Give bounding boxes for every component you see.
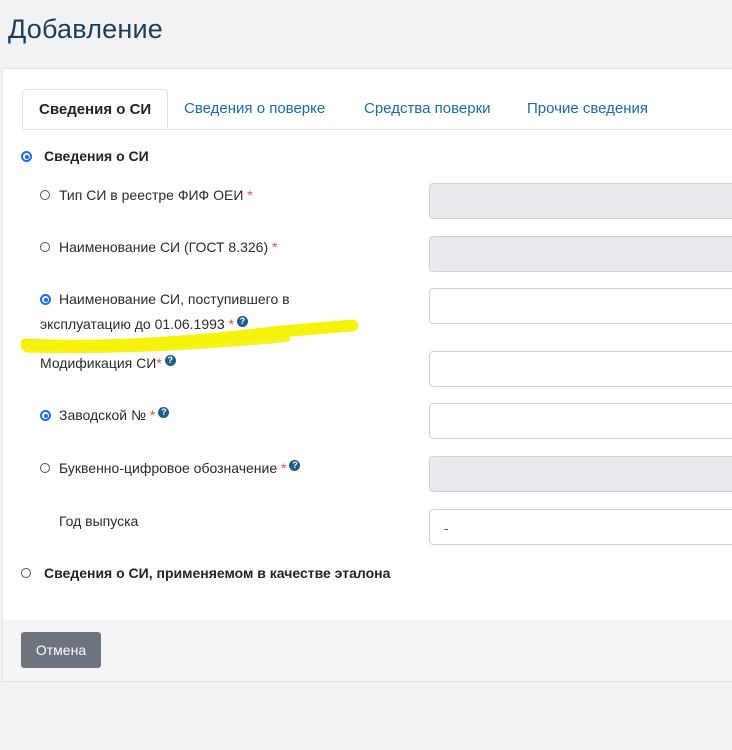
type-registry-input[interactable] <box>429 183 732 219</box>
alphanumeric-label: Буквенно-цифровое обозначение *? <box>59 457 301 480</box>
tab-other-info[interactable]: Прочие сведения <box>527 89 648 129</box>
required-mark: * <box>272 239 278 255</box>
type-registry-label: Тип СИ в реестре ФИФ ОЕИ * <box>59 184 253 207</box>
serial-number-label-text: Заводской № <box>59 407 146 423</box>
required-mark: * <box>247 187 253 203</box>
help-icon[interactable]: ? <box>289 460 301 471</box>
alphanumeric-label-text: Буквенно-цифровое обозначение <box>59 460 278 476</box>
name-gost-input[interactable] <box>429 236 732 272</box>
help-icon[interactable]: ? <box>237 316 249 327</box>
name-gost-radio[interactable] <box>40 242 50 252</box>
tab-si-info[interactable]: Сведения о СИ <box>22 89 169 129</box>
tab-bar: Сведения о СИ Сведения о поверке Средств… <box>22 89 732 130</box>
serial-number-label: Заводской № *? <box>59 404 170 427</box>
required-mark: * <box>149 407 156 423</box>
section-si-info-label: Сведения о СИ <box>44 148 149 164</box>
modification-input[interactable] <box>429 351 732 387</box>
required-mark: * <box>281 460 287 476</box>
form-card: Сведения о СИ Сведения о поверке Средств… <box>2 68 732 682</box>
tab-verification-tools[interactable]: Средства поверки <box>364 89 491 129</box>
tab-verification-info[interactable]: Сведения о поверке <box>184 89 325 129</box>
name-before-1993-radio[interactable] <box>40 294 51 305</box>
alphanumeric-radio[interactable] <box>40 463 50 473</box>
required-mark: * <box>228 316 235 332</box>
serial-number-radio[interactable] <box>40 410 51 421</box>
page-title: Добавление <box>8 14 163 44</box>
section-etalon-label: Сведения о СИ, применяемом в качестве эт… <box>44 565 391 581</box>
name-before-1993-label-line1: Наименование СИ, поступившего в <box>59 291 290 307</box>
required-mark: * <box>156 355 162 371</box>
section-si-info-radio[interactable] <box>21 151 32 162</box>
alphanumeric-input[interactable] <box>429 456 732 492</box>
year-select[interactable]: - <box>429 509 732 545</box>
cancel-button[interactable]: Отмена <box>21 632 101 668</box>
modification-label-text: Модификация СИ <box>40 355 157 371</box>
serial-number-input[interactable] <box>429 403 732 439</box>
type-registry-radio[interactable] <box>40 190 50 200</box>
help-icon[interactable]: ? <box>158 407 170 418</box>
type-registry-label-text: Тип СИ в реестре ФИФ ОЕИ <box>59 187 244 203</box>
name-before-1993-label-line2: эксплуатацию до 01.06.1993 *? <box>40 313 249 336</box>
name-gost-label: Наименование СИ (ГОСТ 8.326) * <box>59 236 277 259</box>
modification-label: Модификация СИ*? <box>40 352 176 375</box>
form-footer: Отмена <box>3 620 732 681</box>
section-etalon-radio[interactable] <box>21 568 31 578</box>
name-before-1993-label-text: эксплуатацию до 01.06.1993 <box>40 316 225 332</box>
year-label: Год выпуска <box>59 513 139 529</box>
name-before-1993-input[interactable] <box>429 288 732 324</box>
help-icon[interactable]: ? <box>164 355 176 366</box>
name-gost-label-text: Наименование СИ (ГОСТ 8.326) <box>59 239 269 255</box>
